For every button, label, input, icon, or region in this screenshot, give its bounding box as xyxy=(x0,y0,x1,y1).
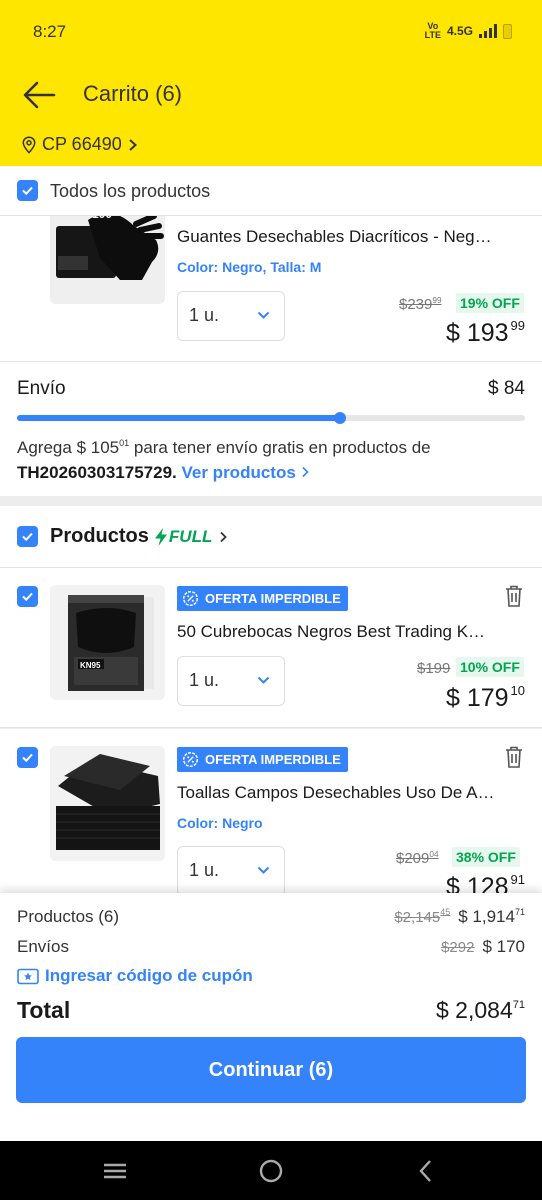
product-title[interactable]: Toallas Campos Desechables Uso De A… xyxy=(177,783,494,803)
progress-knob xyxy=(333,412,346,424)
chevron-right-icon xyxy=(220,531,228,542)
svg-text:100: 100 xyxy=(92,216,112,221)
sale-price: $ 179 10 xyxy=(445,683,525,712)
shipping-cost: $ 84 xyxy=(488,378,525,399)
coupon-link[interactable]: Ingresar código de cupón xyxy=(17,966,253,986)
order-summary: Productos (6) $2,14545 $ 1,91471 Envíos … xyxy=(0,893,542,1141)
chevron-down-icon xyxy=(257,676,270,684)
postal-code-selector[interactable]: CP 66490 xyxy=(22,134,138,155)
recent-apps-icon[interactable] xyxy=(100,1158,130,1184)
shipping-label: Envío xyxy=(17,378,66,399)
quantity-selector[interactable]: 1 u. xyxy=(177,291,285,341)
discount-badge: 38% OFF xyxy=(452,847,520,867)
product-image-towels[interactable] xyxy=(50,746,165,861)
seller-id: TH20260303175729. xyxy=(17,463,177,482)
system-nav-bar xyxy=(0,1141,542,1200)
full-section-checkbox[interactable] xyxy=(17,526,38,547)
product-variant: Color: Negro xyxy=(177,815,263,831)
item-checkbox[interactable] xyxy=(17,747,38,768)
chevron-down-icon xyxy=(257,866,270,874)
shipping-total: $ 170 xyxy=(482,937,525,956)
coupon-ticket-icon xyxy=(17,968,39,984)
network-type: 4.5G xyxy=(446,24,473,38)
free-shipping-message: Agrega $ 10501 para tener envío gratis e… xyxy=(17,438,431,482)
select-all-label: Todos los productos xyxy=(50,181,211,201)
back-icon[interactable] xyxy=(412,1158,442,1184)
progress-fill xyxy=(17,415,340,421)
quantity-selector[interactable]: 1 u. xyxy=(177,846,285,896)
trash-icon[interactable] xyxy=(504,745,524,769)
battery-icon xyxy=(503,23,512,39)
full-section-title[interactable]: Productos FULL xyxy=(50,525,230,548)
product-title[interactable]: Guantes Desechables Diacríticos - Neg… xyxy=(177,227,492,247)
total-amount: $ 2,08471 xyxy=(436,997,525,1023)
product-title[interactable]: 50 Cubrebocas Negros Best Trading K… xyxy=(177,622,485,642)
app-header: Carrito (6) CP 66490 xyxy=(0,64,542,166)
full-section-header: Productos FULL xyxy=(0,506,542,568)
deal-badge: OFERTA IMPERDIBLE xyxy=(177,747,348,772)
product-image-gloves[interactable]: 100 xyxy=(50,216,165,304)
original-price: $20904 xyxy=(396,850,439,867)
full-badge: FULL xyxy=(153,527,212,547)
products-original-total: $2,14545 xyxy=(394,907,451,926)
divider xyxy=(0,361,542,362)
shipping-original-total: $292 xyxy=(441,939,475,956)
page-title: Carrito (6) xyxy=(83,81,183,106)
trash-icon[interactable] xyxy=(504,584,524,608)
postal-code-label: CP 66490 xyxy=(42,134,122,154)
see-products-link[interactable]: Ver productos xyxy=(181,463,309,482)
select-all-row: Todos los productos xyxy=(0,166,542,216)
product-variant: Color: Negro, Talla: M xyxy=(177,259,322,275)
chevron-down-icon xyxy=(257,311,270,319)
svg-text:KN95: KN95 xyxy=(80,661,101,670)
signal-icon xyxy=(479,24,497,38)
free-shipping-progress xyxy=(17,412,525,424)
status-time: 8:27 xyxy=(33,22,67,41)
discount-seal-icon xyxy=(182,590,199,607)
back-arrow-icon[interactable] xyxy=(22,80,56,110)
original-price: $199 xyxy=(417,660,451,677)
product-image-masks[interactable]: KN95 xyxy=(50,585,165,700)
quantity-selector[interactable]: 1 u. xyxy=(177,656,285,706)
seller-cart-group: 100 Guantes Desechables Diacríticos - Ne… xyxy=(0,216,542,496)
deal-badge: OFERTA IMPERDIBLE xyxy=(177,586,348,611)
discount-badge: 10% OFF xyxy=(456,657,524,677)
home-icon[interactable] xyxy=(256,1158,286,1184)
location-pin-icon xyxy=(22,135,36,154)
continue-button[interactable]: Continuar (6) xyxy=(16,1037,526,1103)
item-checkbox[interactable] xyxy=(17,586,38,607)
chevron-right-icon xyxy=(301,466,309,478)
cart-item: OFERTA IMPERDIBLE Toallas Campos Desecha… xyxy=(0,729,542,901)
chevron-right-icon xyxy=(129,138,137,151)
volte-indicator: Vo LTE xyxy=(424,21,441,40)
original-price: $23999 xyxy=(399,296,442,313)
cart-item: KN95 OFERTA IMPERDIBLE 50 Cubrebocas Neg… xyxy=(0,568,542,728)
status-bar: 8:27 Vo LTE 4.5G xyxy=(0,0,542,64)
total-label: Total xyxy=(17,997,71,1023)
discount-badge: 19% OFF xyxy=(456,293,524,313)
sale-price: $ 193 99 xyxy=(445,318,525,347)
products-total: $ 1,91471 xyxy=(458,907,525,926)
discount-seal-icon xyxy=(182,751,199,768)
shipping-subtotal-row: Envíos $292 $ 170 xyxy=(17,937,525,956)
select-all-checkbox[interactable] xyxy=(17,180,38,201)
lightning-bolt-icon xyxy=(154,527,167,546)
products-subtotal-row: Productos (6) $2,14545 $ 1,91471 xyxy=(17,907,525,926)
status-icons: Vo LTE 4.5G xyxy=(425,22,512,40)
